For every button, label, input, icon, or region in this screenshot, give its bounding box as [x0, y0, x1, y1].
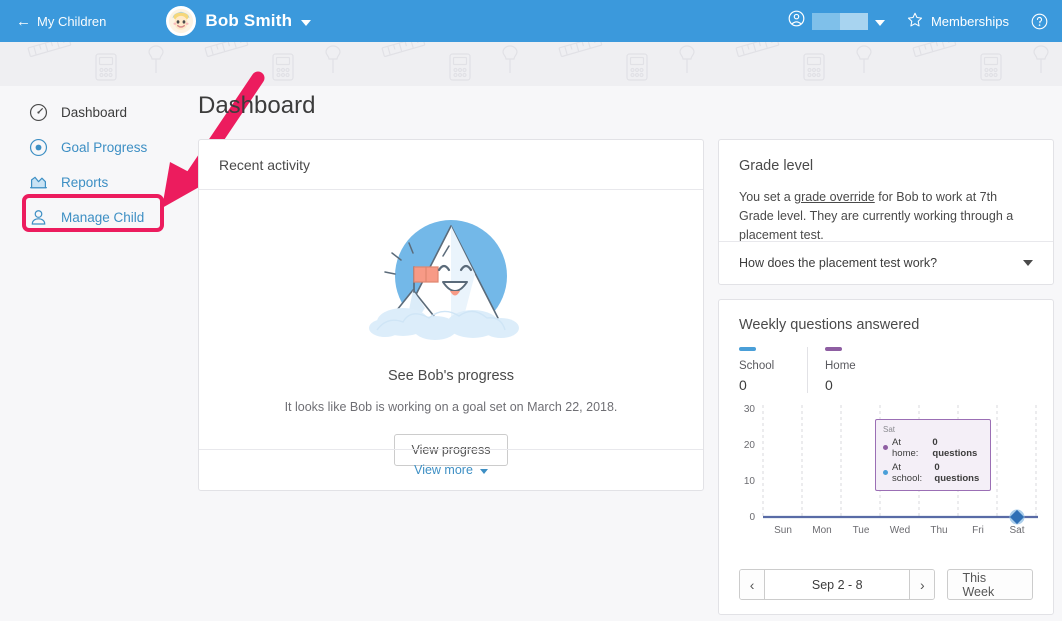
grade-override-link[interactable]: grade override [794, 190, 875, 204]
activity-title: See Bob's progress [387, 368, 515, 384]
chevron-down-icon [301, 19, 312, 26]
chevron-down-icon [874, 19, 885, 26]
sidebar-nav: Dashboard Goal Progress Reports Manage C… [28, 95, 188, 235]
previous-week-button[interactable]: ‹ [740, 570, 765, 599]
child-avatar [166, 6, 197, 36]
grade-level-card: Grade level You set a grade override for… [718, 139, 1054, 285]
chart-area-icon [28, 173, 48, 193]
sidebar-item-goal-progress[interactable]: Goal Progress [28, 130, 188, 165]
memberships-link[interactable]: Memberships [907, 12, 1009, 31]
sidebar-item-label: Reports [61, 175, 109, 190]
tooltip-row-school: At school: 0 questions [883, 462, 983, 484]
svg-text:Mon: Mon [812, 525, 831, 536]
sidebar-item-label: Goal Progress [61, 140, 148, 155]
account-menu[interactable] [788, 10, 885, 32]
activity-subtitle: It looks like Bob is working on a goal s… [284, 400, 618, 414]
legend-label-school: School [739, 359, 775, 372]
tooltip-dot-home [883, 445, 888, 450]
tooltip-value-school: 0 questions [934, 461, 980, 484]
svg-text:10: 10 [744, 476, 756, 487]
weekly-questions-card: Weekly questions answered School 0 Home … [718, 299, 1054, 615]
child-selector[interactable]: Bob Smith [166, 6, 312, 36]
legend-label-home: Home [825, 359, 856, 372]
view-more-label: View more [414, 463, 473, 477]
week-navigation: ‹ Sep 2 - 8 › This Week [739, 569, 1033, 600]
recent-activity-header: Recent activity [199, 140, 703, 190]
sidebar-item-label: Manage Child [61, 210, 145, 225]
svg-text:0: 0 [749, 512, 755, 523]
legend-swatch-home [825, 347, 842, 351]
placement-test-question: How does the placement test work? [739, 256, 938, 270]
dashboard-page: ← My Children Bob Smith Memberships Dash… [0, 0, 1062, 621]
tooltip-dot-school [883, 470, 888, 475]
svg-text:Sat: Sat [1009, 525, 1024, 536]
legend-item-home: Home 0 [807, 347, 892, 393]
next-week-button[interactable]: › [910, 570, 935, 599]
week-range-label[interactable]: Sep 2 - 8 [764, 570, 911, 599]
this-week-button[interactable]: This Week [947, 569, 1033, 600]
recent-activity-card: Recent activity See Bob's progress It lo… [198, 139, 704, 491]
view-more-link[interactable]: View more [414, 463, 488, 477]
my-children-back-link[interactable]: ← My Children [16, 14, 106, 29]
page-title: Dashboard [198, 92, 316, 119]
legend-value-school: 0 [739, 376, 747, 393]
svg-text:30: 30 [744, 404, 756, 415]
tooltip-row-home: At home: 0 questions [883, 437, 983, 459]
my-children-label: My Children [37, 13, 107, 29]
legend-item-school: School 0 [739, 347, 807, 393]
legend-value-home: 0 [825, 376, 833, 393]
legend-swatch-school [739, 347, 756, 351]
chart-legend: School 0 Home 0 [719, 333, 1053, 393]
account-name-redacted [811, 12, 868, 30]
recent-activity-footer: View more [199, 449, 703, 490]
tooltip-value-home: 0 questions [932, 436, 978, 459]
chevron-down-icon [1023, 260, 1033, 266]
chart-tooltip: Sat At home: 0 questions At school: 0 qu… [875, 418, 991, 491]
sidebar-item-label: Dashboard [61, 105, 128, 120]
arrow-left-icon: ← [16, 12, 31, 30]
sidebar-item-reports[interactable]: Reports [28, 165, 188, 200]
mountain-with-flag-illustration [351, 212, 551, 360]
recent-activity-body: See Bob's progress It looks like Bob is … [199, 190, 703, 474]
sidebar-item-dashboard[interactable]: Dashboard [28, 95, 188, 130]
grade-text-before: You set a [739, 190, 795, 204]
sidebar-item-manage-child[interactable]: Manage Child [28, 200, 188, 235]
placement-test-accordion[interactable]: How does the placement test work? [719, 241, 1053, 284]
svg-text:Sun: Sun [774, 525, 792, 536]
header-right-group: Memberships [788, 10, 1048, 32]
week-pager: ‹ Sep 2 - 8 › [739, 569, 936, 600]
grade-level-title: Grade level [739, 158, 814, 174]
memberships-label: Memberships [930, 13, 1009, 29]
target-icon [28, 138, 48, 158]
child-name-label: Bob Smith [205, 11, 293, 30]
tooltip-label-school: At school: [892, 461, 923, 484]
weekly-chart-title: Weekly questions answered [739, 317, 920, 333]
person-icon [28, 208, 48, 228]
grade-level-text: You set a grade override for Bob to work… [719, 174, 1053, 244]
weekly-line-chart[interactable]: 30 20 10 0 Sun Mon Tue Wed Thu Fri Sat S… [725, 401, 1047, 541]
top-header-bar: ← My Children Bob Smith Memberships [0, 0, 1062, 42]
chevron-down-icon [479, 468, 488, 474]
svg-text:Fri: Fri [972, 525, 984, 536]
tooltip-day-label: Sat [883, 424, 896, 434]
account-circle-icon [788, 10, 805, 32]
star-icon [907, 12, 923, 31]
speedometer-icon [28, 103, 48, 123]
help-circle-icon[interactable] [1031, 13, 1048, 30]
svg-text:20: 20 [744, 440, 756, 451]
school-supplies-pattern-band [0, 42, 1062, 86]
svg-text:Wed: Wed [890, 525, 910, 536]
svg-text:Thu: Thu [930, 525, 947, 536]
svg-text:Tue: Tue [853, 525, 870, 536]
tooltip-label-home: At home: [892, 436, 919, 459]
